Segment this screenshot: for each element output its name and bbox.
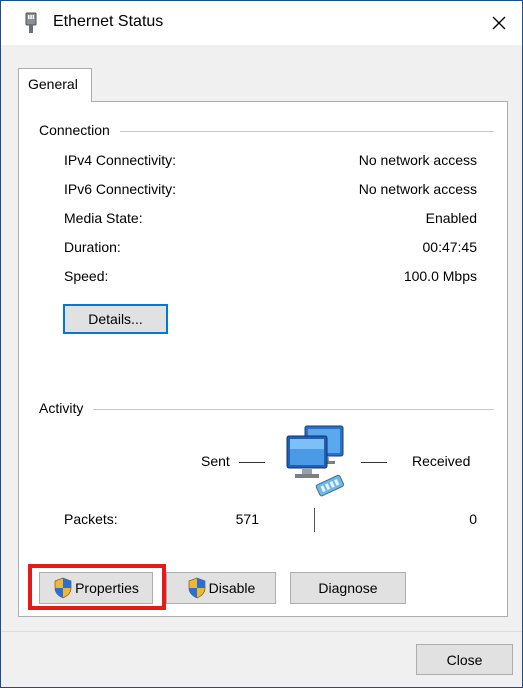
ipv6-label: IPv6 Connectivity: [64,181,177,197]
tab-general[interactable]: General [18,68,92,102]
activity-heading: Activity [39,400,94,416]
media-state-label: Media State: [64,210,143,226]
close-icon [492,16,506,30]
window-title: Ethernet Status [53,13,164,30]
duration-label: Duration: [64,239,121,255]
packets-sent-value: 571 [235,511,259,527]
properties-button[interactable]: Properties [39,572,153,604]
received-label: Received [412,453,471,469]
connection-heading: Connection [39,122,120,138]
network-computers-icon [286,425,345,497]
sent-label: Sent [201,453,230,469]
speed-value: 100.0 Mbps [403,268,477,284]
diagnose-button[interactable]: Diagnose [290,572,406,604]
properties-label: Properties [75,580,139,596]
media-state-value: Enabled [425,210,477,226]
title-bar: Ethernet Status [1,1,522,45]
close-window-button[interactable] [485,9,513,37]
disable-button[interactable]: Disable [166,572,276,604]
ipv6-value: No network access [358,181,477,197]
ipv4-label: IPv4 Connectivity: [64,152,177,168]
shield-icon [188,577,205,599]
activity-divider [39,409,494,410]
details-button[interactable]: Details... [63,304,168,334]
received-line [361,462,387,463]
speed-label: Speed: [64,268,109,284]
duration-value: 00:47:45 [422,239,478,255]
packets-received-value: 0 [469,511,477,527]
ethernet-icon [25,12,37,33]
disable-label: Disable [208,580,256,596]
ethernet-status-window: Ethernet Status General Connection IPv4 … [0,0,523,688]
packets-separator [314,508,315,532]
packets-label: Packets: [64,511,118,527]
sent-line [239,462,265,463]
general-panel: Connection IPv4 Connectivity: No network… [18,101,508,617]
close-button[interactable]: Close [416,644,513,675]
ipv4-value: No network access [358,152,477,168]
shield-icon [54,577,72,599]
footer-divider [1,631,522,632]
